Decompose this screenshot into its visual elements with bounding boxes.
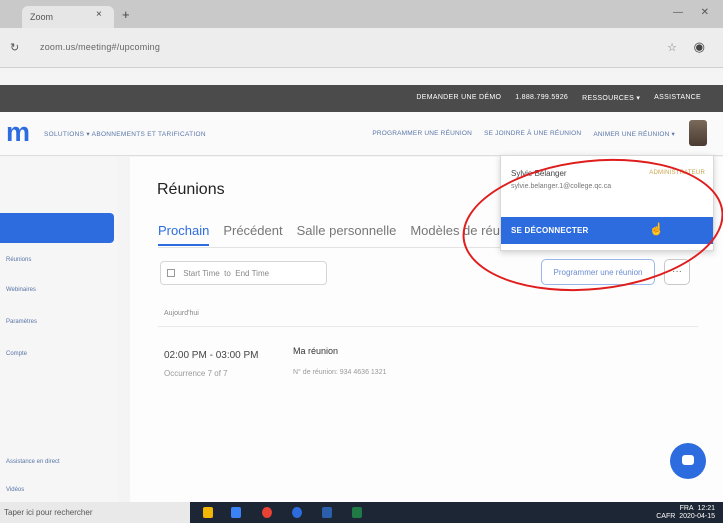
calendar-icon — [167, 269, 175, 277]
section-label: Aujourd'hui — [164, 310, 199, 317]
section-divider — [158, 326, 698, 327]
star-icon[interactable]: ☆ — [667, 41, 677, 54]
sidebar-item[interactable]: Paramètres — [6, 319, 37, 325]
date-range-picker[interactable]: Start Time to End Time — [160, 261, 327, 285]
screen: Zoom × + — ✕ ↻ zoom.us/meeting#/upcoming… — [0, 0, 723, 523]
new-tab-icon[interactable]: + — [122, 7, 130, 22]
zoom-taskbar-icon[interactable] — [292, 507, 302, 518]
to-label: to — [224, 269, 231, 278]
sidebar-item[interactable]: Réunions — [6, 257, 31, 263]
tab-personal-room[interactable]: Salle personnelle — [297, 223, 397, 246]
tray-language: FRA — [679, 505, 694, 512]
minimize-icon[interactable]: — — [673, 7, 683, 18]
tray-time: 12:21 — [697, 505, 715, 512]
sidebar-item-live-support[interactable]: Assistance en direct — [6, 459, 60, 465]
avatar[interactable] — [689, 120, 707, 146]
sidebar-item[interactable]: Compte — [6, 351, 27, 357]
top-links-bar: DEMANDER UNE DÉMO 1.888.799.5926 RESSOUR… — [0, 85, 723, 112]
word-icon[interactable] — [322, 507, 332, 518]
zoom-logo[interactable]: m — [6, 117, 30, 148]
meeting-occurrence: Occurrence 7 of 7 — [164, 369, 228, 378]
reload-icon[interactable]: ↻ — [10, 41, 19, 54]
account-icon[interactable]: ◉ — [694, 39, 705, 55]
file-explorer-icon[interactable] — [203, 507, 213, 518]
meeting-id: N° de réunion: 934 4636 1321 — [293, 369, 387, 376]
page-title: Réunions — [157, 181, 225, 198]
browser-tab-title: Zoom — [30, 12, 54, 22]
browser-tab-strip: Zoom × + — ✕ — [0, 0, 723, 28]
close-icon[interactable]: × — [96, 9, 102, 20]
tray-region: CAFR — [656, 513, 676, 520]
chat-icon[interactable] — [670, 443, 706, 479]
phone-link[interactable]: 1.888.799.5926 — [515, 94, 568, 102]
join-meeting-link[interactable]: SE JOINDRE À UNE RÉUNION — [484, 130, 581, 138]
sidebar-item[interactable]: Webinaires — [6, 287, 36, 293]
meeting-title[interactable]: Ma réunion — [293, 346, 338, 356]
taskbar-search[interactable]: Taper ici pour rechercher — [0, 502, 190, 523]
chrome-icon[interactable] — [262, 507, 272, 518]
sidebar: Réunions Webinaires Paramètres Compte As… — [0, 157, 118, 523]
system-tray[interactable]: FRA 12:21 CAFR 2020-04-15 — [656, 505, 715, 521]
window-close-icon[interactable]: ✕ — [701, 7, 709, 18]
schedule-meeting-link[interactable]: PROGRAMMER UNE RÉUNION — [372, 130, 472, 138]
host-meeting-link[interactable]: ANIMER UNE RÉUNION ▾ — [593, 130, 675, 138]
nav-left-links[interactable]: SOLUTIONS ▾ ABONNEMENTS ET TARIFICATION — [44, 130, 206, 138]
support-link[interactable]: ASSISTANCE — [654, 94, 701, 102]
meeting-time: 02:00 PM - 03:00 PM — [164, 350, 259, 361]
tray-date: 2020-04-15 — [679, 513, 715, 520]
request-demo-link[interactable]: DEMANDER UNE DÉMO — [416, 94, 501, 102]
resources-link[interactable]: RESSOURCES ▾ — [582, 94, 640, 102]
url-field[interactable]: zoom.us/meeting#/upcoming — [40, 42, 160, 52]
start-time: Start Time — [183, 269, 220, 278]
end-time: End Time — [235, 269, 270, 278]
edge-icon[interactable] — [231, 507, 241, 518]
address-bar: ↻ zoom.us/meeting#/upcoming ☆ ◉ — [0, 28, 723, 68]
taskbar: Taper ici pour rechercher FRA 12:21 CAFR… — [0, 502, 723, 523]
tab-upcoming[interactable]: Prochain — [158, 223, 210, 246]
excel-icon[interactable] — [352, 507, 362, 518]
sidebar-item-active[interactable] — [0, 213, 114, 243]
main-nav: m SOLUTIONS ▾ ABONNEMENTS ET TARIFICATIO… — [0, 112, 723, 156]
tab-previous[interactable]: Précédent — [223, 223, 282, 246]
sidebar-item-videos[interactable]: Vidéos — [6, 487, 24, 493]
